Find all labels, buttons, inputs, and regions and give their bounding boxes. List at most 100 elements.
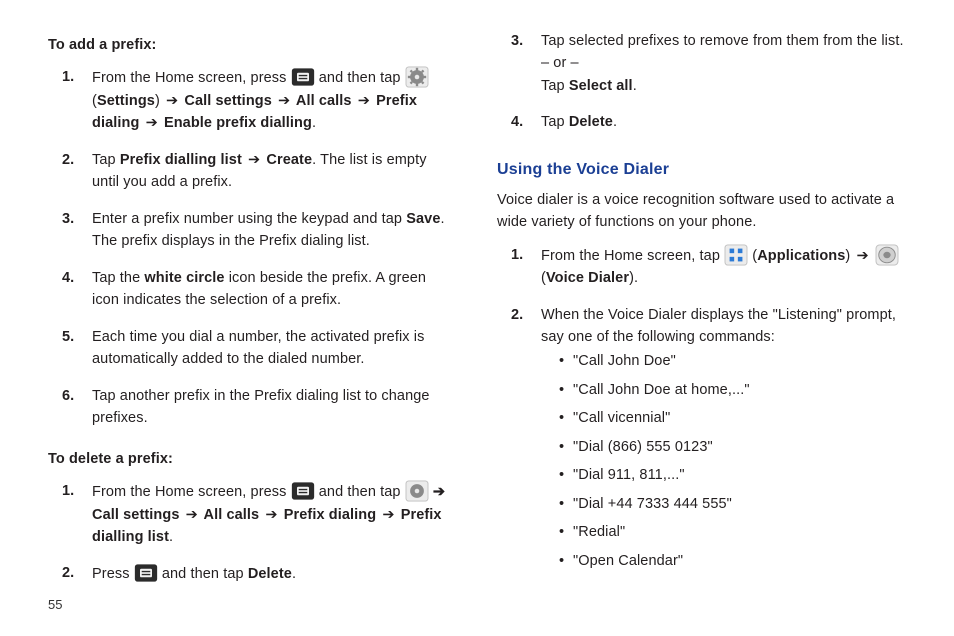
bold-text: All calls: [292, 93, 355, 109]
list-item: From the Home screen, press and then tap…: [78, 66, 457, 148]
bullet-text: "Dial 911, 811,...": [573, 467, 685, 483]
step-text: Each time you dial a number, the activat…: [92, 329, 424, 367]
bold-text: ➔: [433, 484, 445, 500]
bullet-text: "Call John Doe": [573, 353, 676, 369]
heading-delete-prefix: To delete a prefix:: [48, 448, 457, 470]
step-text: .: [169, 529, 173, 545]
heading-voice-dialer: Using the Voice Dialer: [497, 158, 906, 183]
list-item: Tap the white circle icon beside the pre…: [78, 267, 457, 326]
list-item: "Call John Doe": [559, 350, 906, 378]
list-item: "Call vicennial": [559, 407, 906, 435]
page: To add a prefix: From the Home screen, p…: [0, 0, 954, 636]
delete-prefix-steps: From the Home screen, press and then tap…: [48, 480, 457, 600]
list-item: From the Home screen, press and then tap…: [78, 480, 457, 562]
step-text: and then tap: [319, 70, 405, 86]
list-item: Tap selected prefixes to remove from the…: [527, 30, 906, 111]
voice-commands-list: "Call John Doe" "Call John Doe at home,.…: [541, 350, 906, 578]
list-item: Tap Delete.: [527, 111, 906, 147]
list-item: When the Voice Dialer displays the "List…: [527, 304, 906, 593]
bold-text: Applications: [757, 248, 845, 264]
list-item: Enter a prefix number using the keypad a…: [78, 208, 457, 267]
bullet-text: "Redial": [573, 524, 625, 540]
intro-text: Voice dialer is a voice recognition soft…: [497, 189, 906, 234]
step-text: .: [292, 566, 296, 582]
voice-dialer-icon: [875, 244, 899, 266]
menu-key-icon: [291, 66, 315, 88]
menu-key-icon: [134, 562, 158, 584]
left-column: To add a prefix: From the Home screen, p…: [48, 30, 457, 600]
list-item: "Dial +44 7333 444 555": [559, 493, 906, 521]
apps-grid-icon: [724, 244, 748, 266]
arrow-icon: ➔: [265, 507, 277, 523]
step-text: ).: [629, 270, 638, 286]
bold-text: Select all: [569, 78, 633, 94]
list-item: Each time you dial a number, the activat…: [78, 326, 457, 385]
bold-text: Prefix dialling list: [120, 152, 246, 168]
bullet-text: "Call vicennial": [573, 410, 670, 426]
bullet-text: "Dial (866) 555 0123": [573, 439, 713, 455]
list-item: "Redial": [559, 521, 906, 549]
step-text: Tap: [92, 152, 120, 168]
step-text: From the Home screen, press: [92, 484, 291, 500]
step-text: .: [312, 115, 316, 131]
list-item: Tap another prefix in the Prefix dialing…: [78, 385, 457, 444]
bold-text: Call settings: [180, 93, 276, 109]
list-item: "Open Calendar": [559, 550, 906, 578]
step-text: Press: [92, 566, 134, 582]
step-text: ): [155, 93, 164, 109]
bold-text: Enable prefix dialling: [160, 115, 312, 131]
arrow-icon: ➔: [248, 152, 260, 168]
list-item: From the Home screen, tap (Applications)…: [527, 244, 906, 304]
bold-text: Save: [406, 211, 440, 227]
list-item: "Call John Doe at home,...": [559, 379, 906, 407]
bold-text: Create: [262, 152, 312, 168]
arrow-icon: ➔: [278, 93, 290, 109]
bullet-text: "Call John Doe at home,...": [573, 382, 750, 398]
arrow-icon: ➔: [358, 93, 370, 109]
step-text: Tap the: [92, 270, 144, 286]
heading-add-prefix: To add a prefix:: [48, 34, 457, 56]
page-number: 55: [48, 597, 62, 612]
delete-prefix-steps-continued: Tap selected prefixes to remove from the…: [497, 30, 906, 148]
arrow-icon: ➔: [856, 248, 868, 264]
voice-dialer-steps: From the Home screen, tap (Applications)…: [497, 244, 906, 593]
step-text: – or –: [541, 55, 579, 71]
step-text: Tap selected prefixes to remove from the…: [541, 33, 904, 49]
arrow-icon: ➔: [186, 507, 198, 523]
menu-key-icon: [291, 480, 315, 502]
arrow-icon: ➔: [166, 93, 178, 109]
gear-icon: [405, 480, 429, 502]
columns: To add a prefix: From the Home screen, p…: [48, 30, 906, 600]
bullet-text: "Open Calendar": [573, 553, 683, 569]
step-text: Enter a prefix number using the keypad a…: [92, 211, 406, 227]
step-text: When the Voice Dialer displays the "List…: [541, 307, 896, 345]
step-text: Tap: [541, 114, 569, 130]
list-item: "Dial 911, 811,...": [559, 464, 906, 492]
bold-text: Settings: [97, 93, 155, 109]
bold-text: white circle: [144, 270, 224, 286]
add-prefix-steps: From the Home screen, press and then tap…: [48, 66, 457, 443]
step-text: From the Home screen, tap: [541, 248, 724, 264]
step-text: Tap another prefix in the Prefix dialing…: [92, 388, 430, 426]
right-column: Tap selected prefixes to remove from the…: [497, 30, 906, 600]
step-text: and then tap: [319, 484, 405, 500]
bold-text: All calls: [200, 507, 263, 523]
step-text: .: [613, 114, 617, 130]
bold-text: Delete: [248, 566, 292, 582]
step-text: From the Home screen, press: [92, 70, 291, 86]
list-item: Tap Prefix dialling list ➔ Create. The l…: [78, 149, 457, 208]
step-text: .: [633, 78, 637, 94]
list-item: Press and then tap Delete.: [78, 562, 457, 599]
step-text: and then tap: [162, 566, 248, 582]
list-item: "Dial (866) 555 0123": [559, 436, 906, 464]
bold-text: Voice Dialer: [546, 270, 629, 286]
bullet-text: "Dial +44 7333 444 555": [573, 496, 732, 512]
arrow-icon: ➔: [146, 115, 158, 131]
bold-text: Call settings: [92, 507, 184, 523]
arrow-icon: ➔: [382, 507, 394, 523]
step-text: Tap: [541, 78, 569, 94]
bold-text: Delete: [569, 114, 613, 130]
gear-icon: [405, 66, 429, 88]
bold-text: Prefix dialing: [280, 507, 381, 523]
step-text: ): [845, 248, 854, 264]
